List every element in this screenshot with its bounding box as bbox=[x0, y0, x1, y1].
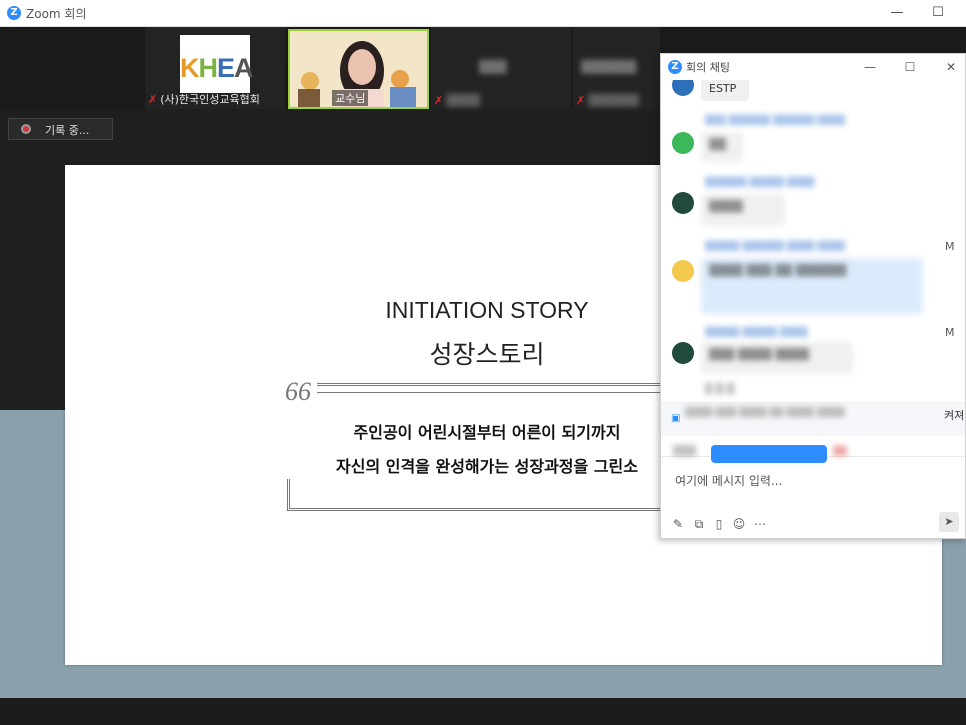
maximize-button[interactable]: ☐ bbox=[927, 2, 949, 24]
recipient-label: ▒▒▒ bbox=[673, 446, 697, 457]
participant-name: ✗ ▒▒▒▒ bbox=[434, 94, 481, 107]
chat-maximize-button[interactable]: ☐ bbox=[900, 57, 920, 77]
chat-message: ▒▒ bbox=[701, 132, 743, 162]
recipient-tag: ▒▒ bbox=[833, 447, 847, 457]
send-icon[interactable]: ➤ bbox=[939, 512, 959, 532]
chat-close-button[interactable]: ✕ bbox=[941, 57, 961, 77]
emoji-icon[interactable]: ☺ bbox=[731, 516, 747, 532]
chat-message: ESTP bbox=[701, 80, 749, 101]
avatar bbox=[672, 132, 694, 154]
khea-logo: KHEA bbox=[180, 35, 253, 93]
chat-window[interactable]: Z 회의 채팅 — ☐ ✕ ESTP ▒▒▒ ▒▒▒▒▒▒ ▒▒▒▒▒▒ ▒▒▒… bbox=[660, 53, 966, 539]
chat-message: ▒▒▒▒ ▒▒▒ ▒▒ ▒▒▒▒▒▒ bbox=[701, 258, 923, 314]
chat-title: 회의 채팅 bbox=[686, 61, 730, 74]
avatar bbox=[672, 192, 694, 214]
edit-icon[interactable]: ✎ bbox=[670, 516, 686, 532]
chat-titlebar: Z 회의 채팅 — ☐ ✕ bbox=[661, 54, 965, 80]
quote-mark-icon: 66 bbox=[285, 377, 311, 406]
minimize-button[interactable]: — bbox=[886, 2, 908, 24]
chat-minimize-button[interactable]: — bbox=[860, 57, 880, 77]
notice-text: ▒▒▒▒ ▒▒▒ ▒▒▒▒ ▒▒ ▒▒▒▒ ▒▒▒▒ bbox=[685, 408, 845, 418]
record-dot-icon bbox=[21, 124, 31, 134]
participant-tile[interactable]: ▒▒▒▒▒▒ ✗ ▒▒▒▒▒▒ bbox=[573, 27, 660, 109]
muted-mic-icon: ✗ bbox=[434, 94, 444, 107]
chat-message-list[interactable]: ESTP ▒▒▒ ▒▒▒▒▒▒ ▒▒▒▒▒▒ ▒▒▒▒ ▒▒ ▒▒▒▒▒▒ ▒▒… bbox=[661, 80, 965, 456]
message-meta: ▒▒▒ ▒▒▒▒▒▒ ▒▒▒▒▒▒ ▒▒▒▒ bbox=[705, 116, 846, 126]
muted-mic-icon: ✗ bbox=[576, 94, 586, 107]
bottom-bar bbox=[0, 698, 966, 725]
side-mark: M bbox=[945, 240, 955, 253]
recording-label: 기록 중... bbox=[45, 124, 90, 137]
avatar bbox=[672, 260, 694, 282]
chat-message: ▒▒▒▒ bbox=[701, 194, 785, 226]
message-meta: ▒▒▒▒▒ ▒▒▒▒▒▒ ▒▒▒▒ ▒▒▒▒ bbox=[705, 242, 846, 252]
participant-name: 교수님 bbox=[332, 90, 369, 106]
chat-message-input[interactable] bbox=[675, 472, 925, 490]
khea-logo-text: KHEA bbox=[180, 53, 253, 83]
info-icon: ▣ bbox=[671, 413, 681, 424]
participant-tile[interactable]: ▒▒▒ ✗ ▒▒▒▒ bbox=[431, 27, 571, 109]
reaction-row[interactable]: ▒ ▒ ▒ bbox=[705, 384, 734, 395]
muted-mic-icon: ✗ bbox=[148, 93, 158, 106]
participant-name: ✗ ▒▒▒▒▒▒ bbox=[576, 94, 639, 107]
chat-notice: ▣ ▒▒▒▒ ▒▒▒ ▒▒▒▒ ▒▒ ▒▒▒▒ ▒▒▒▒ 켜져 bbox=[661, 402, 965, 436]
recording-indicator[interactable]: 기록 중... bbox=[8, 118, 113, 140]
avatar bbox=[672, 342, 694, 364]
message-meta: ▒▒▒▒▒▒ ▒▒▒▒▒ ▒▒▒▒ bbox=[705, 178, 815, 188]
file-icon[interactable]: ▯ bbox=[711, 516, 727, 532]
participant-video-placeholder: ▒▒▒▒▒▒ bbox=[581, 60, 637, 74]
side-mark: M bbox=[945, 326, 955, 339]
participant-video-placeholder: ▒▒▒ bbox=[479, 60, 507, 74]
recipient-dropdown[interactable] bbox=[711, 445, 827, 463]
active-speaker-video[interactable]: 교수님 bbox=[288, 29, 429, 109]
participant-name: ✗ (사)한국인성교육협회 bbox=[148, 93, 260, 106]
window-title: Zoom 회의 bbox=[26, 7, 87, 21]
message-meta: ▒▒▒▒▒ ▒▒▒▒▒ ▒▒▒▒ bbox=[705, 328, 808, 338]
window-titlebar: Z Zoom 회의 — ☐ bbox=[0, 0, 966, 27]
zoom-logo-icon: Z bbox=[7, 6, 21, 20]
more-icon[interactable]: ⋯ bbox=[752, 516, 768, 532]
screenshot-icon[interactable]: ⧉ bbox=[691, 516, 707, 532]
zoom-logo-icon: Z bbox=[668, 60, 682, 74]
avatar bbox=[672, 80, 694, 96]
notice-suffix: 켜져 bbox=[944, 409, 965, 422]
chat-message: ▒▒▒ ▒▒▒▒ ▒▒▒▒ bbox=[701, 342, 853, 374]
